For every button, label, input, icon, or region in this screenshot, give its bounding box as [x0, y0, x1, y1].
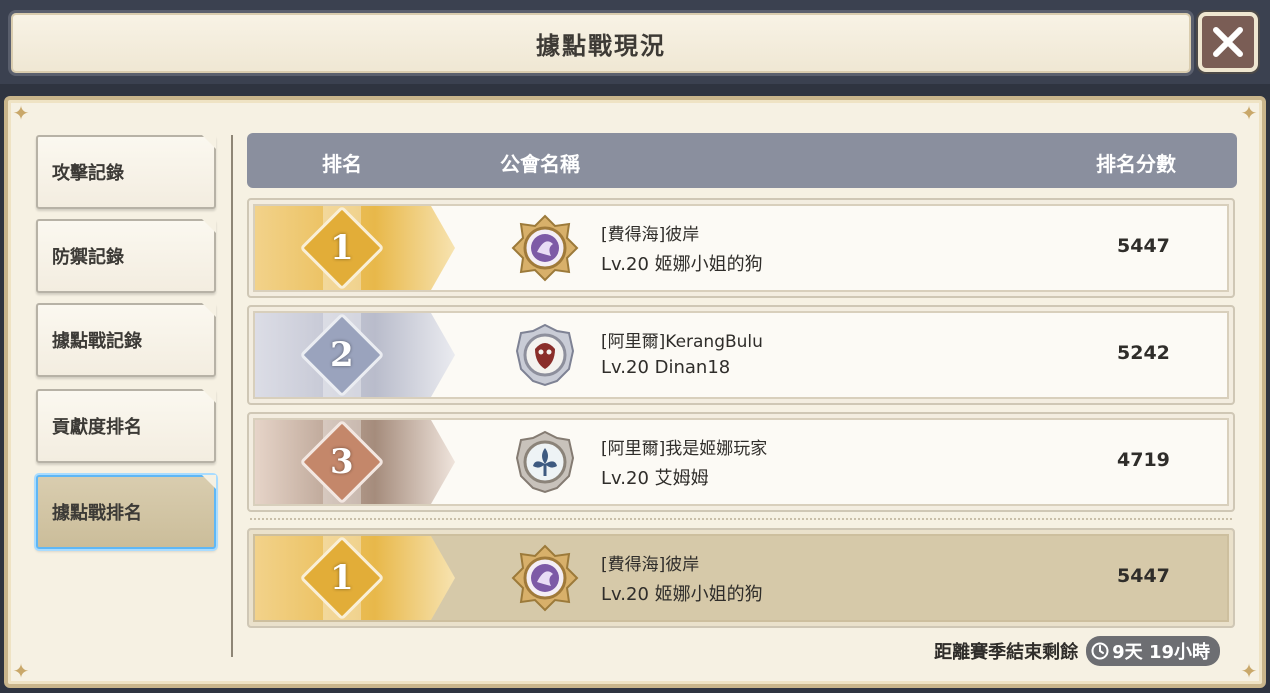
- table-header: 排名 公會名稱 排名分數: [247, 133, 1237, 188]
- guild-leader: Lv.20 姬娜小姐的狗: [601, 584, 763, 605]
- rank-score: 5447: [1117, 565, 1170, 587]
- rank-medal-icon: 1: [299, 536, 385, 620]
- flower-emblem-icon: [515, 430, 575, 494]
- sidebar-item-stronghold-log[interactable]: 據點戰記錄: [36, 303, 216, 377]
- rank-ribbon: 3: [255, 420, 455, 504]
- sidebar-item-label: 據點戰排名: [52, 503, 142, 524]
- rank-ribbon: 1: [255, 536, 455, 620]
- sidebar-item-defense-log[interactable]: 防禦記錄: [36, 219, 216, 293]
- guild-name: [阿里爾]KerangBulu: [601, 332, 763, 352]
- season-remaining: 9天 19小時: [1112, 642, 1210, 663]
- sidebar-item-label: 防禦記錄: [52, 247, 124, 268]
- clock-icon: [1091, 642, 1109, 660]
- close-button[interactable]: [1198, 12, 1258, 72]
- corner-ornament-icon: ✦: [12, 659, 30, 683]
- guild-leader: Lv.20 Dinan18: [601, 357, 731, 378]
- rank-medal-icon: 1: [299, 206, 385, 290]
- guild-name: [費得海]彼岸: [601, 225, 700, 245]
- rank-medal-icon: 2: [299, 313, 385, 397]
- page-title: 據點戰現況: [536, 31, 666, 60]
- column-header-rank: 排名: [322, 152, 362, 176]
- rank-score: 5242: [1117, 342, 1170, 364]
- dragon-emblem-icon: [511, 214, 579, 282]
- rank-medal-icon: 3: [299, 420, 385, 504]
- rank-ribbon: 1: [255, 206, 455, 290]
- title-plate: 據點戰現況: [8, 10, 1194, 76]
- table-row[interactable]: 3 [阿里爾]我是姬娜玩家 Lv.20 艾姆姆 4719: [247, 412, 1235, 512]
- guild-leader: Lv.20 艾姆姆: [601, 468, 709, 489]
- guild-name: [費得海]彼岸: [601, 555, 700, 575]
- rank-ribbon: 2: [255, 313, 455, 397]
- corner-ornament-icon: ✦: [1240, 101, 1258, 125]
- corner-ornament-icon: ✦: [1240, 659, 1258, 683]
- rank-score: 5447: [1117, 235, 1170, 257]
- season-label: 距離賽季結束剩餘: [934, 642, 1079, 663]
- rank-number: 1: [330, 227, 354, 268]
- sidebar-item-label: 貢獻度排名: [52, 417, 142, 438]
- divider: [250, 518, 1232, 520]
- top-bar: 據點戰現況: [0, 0, 1270, 84]
- season-time-badge: 9天 19小時: [1086, 636, 1220, 666]
- guild-leader: Lv.20 姬娜小姐的狗: [601, 254, 763, 275]
- rank-number: 2: [330, 334, 354, 375]
- sidebar-item-contribution-ranking[interactable]: 貢獻度排名: [36, 389, 216, 463]
- sidebar-item-label: 攻擊記錄: [52, 163, 124, 184]
- my-guild-row[interactable]: 1 [費得海]彼岸 Lv.20 姬娜小姐的狗 5447: [247, 528, 1235, 628]
- rank-number: 1: [330, 557, 354, 598]
- rank-number: 3: [330, 441, 354, 482]
- close-icon: [1213, 27, 1243, 57]
- season-countdown: 距離賽季結束剩餘 9天 19小時: [934, 636, 1220, 666]
- rank-score: 4719: [1117, 449, 1170, 471]
- column-header-score: 排名分數: [1096, 152, 1176, 176]
- table-row[interactable]: 1 [費得海]彼岸 Lv.20 姬娜小姐的狗 5447: [247, 198, 1235, 298]
- guild-name: [阿里爾]我是姬娜玩家: [601, 439, 768, 459]
- sidebar-item-attack-log[interactable]: 攻擊記錄: [36, 135, 216, 209]
- sidebar-item-label: 據點戰記錄: [52, 331, 142, 352]
- sidebar-divider: [231, 135, 233, 657]
- table-row[interactable]: 2 [阿里爾]KerangBulu Lv.20 Dinan18 5242: [247, 305, 1235, 405]
- dragon-emblem-icon: [511, 544, 579, 612]
- column-header-guild: 公會名稱: [500, 152, 580, 176]
- corner-ornament-icon: ✦: [12, 101, 30, 125]
- mask-emblem-icon: [515, 323, 575, 387]
- sidebar-item-stronghold-ranking[interactable]: 據點戰排名: [36, 475, 216, 549]
